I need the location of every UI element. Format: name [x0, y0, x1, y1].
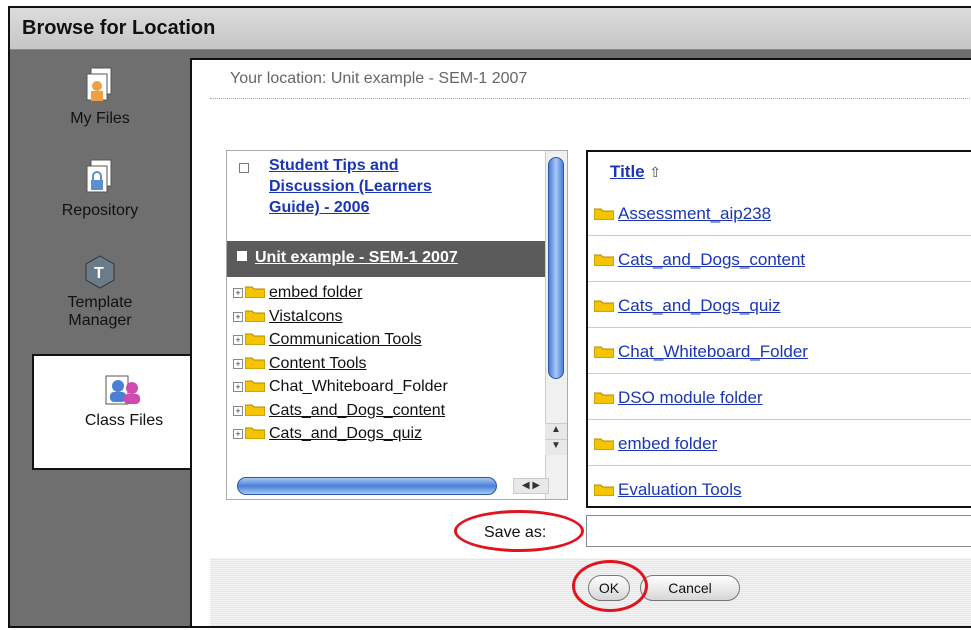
- tree-previous-item[interactable]: Student Tips and Discussion (Learners Gu…: [233, 155, 533, 218]
- expand-plus-icon[interactable]: +: [233, 358, 243, 369]
- divider: [210, 98, 971, 99]
- save-as-label: Save as:: [484, 524, 547, 541]
- tree-row[interactable]: + Cats_and_Dogs_quiz: [233, 425, 553, 449]
- folder-icon: [594, 484, 614, 496]
- file-row[interactable]: Cats_and_Dogs_quiz: [588, 282, 971, 328]
- tree-row-label: Chat_Whiteboard_Folder: [269, 378, 448, 395]
- tree-current-node[interactable]: Unit example - SEM-1 2007: [227, 241, 552, 277]
- tree-row-label: Cats_and_Dogs_quiz: [269, 425, 422, 442]
- folder-icon: [594, 392, 614, 404]
- sidebar-item-template-manager[interactable]: T Template Manager: [10, 254, 190, 330]
- tree-row-label: Cats_and_Dogs_content: [269, 401, 446, 419]
- tree-row-label: VistaIcons: [269, 307, 343, 325]
- tree-link[interactable]: Guide) - 2006: [233, 197, 533, 218]
- tree-row[interactable]: + VistaIcons: [233, 308, 553, 332]
- folder-icon: [245, 427, 265, 439]
- folder-icon: [594, 254, 614, 266]
- folder-icon: [245, 357, 265, 369]
- sidebar-item-label: Repository: [61, 202, 139, 219]
- my-files-icon: [86, 67, 112, 101]
- folder-tree: Student Tips and Discussion (Learners Gu…: [226, 150, 568, 500]
- folder-icon: [594, 300, 614, 312]
- node-square-icon: [237, 251, 247, 261]
- scroll-down-arrow-icon[interactable]: ▼: [545, 439, 567, 455]
- file-list: Title ⇧ Assessment_aip238 Cats_and_Dogs_…: [586, 150, 971, 508]
- tree-row[interactable]: + Content Tools: [233, 355, 553, 379]
- folder-icon: [245, 333, 265, 345]
- file-row-label: Assessment_aip238: [618, 204, 772, 223]
- tree-row[interactable]: + Chat_Whiteboard_Folder: [233, 378, 553, 402]
- svg-text:T: T: [94, 265, 104, 282]
- dialog-title: Browse for Location: [22, 17, 216, 39]
- folder-icon: [594, 438, 614, 450]
- template-manager-icon: T: [85, 255, 115, 289]
- file-row[interactable]: DSO module folder: [588, 374, 971, 420]
- tree-row-label: embed folder: [269, 284, 363, 301]
- cancel-button[interactable]: Cancel: [640, 575, 740, 601]
- sidebar-item-label: Template: [67, 294, 133, 311]
- sidebar-item-my-files[interactable]: My Files: [10, 66, 190, 128]
- file-row-label: embed folder: [618, 434, 718, 453]
- title-bar: Browse for Location: [10, 8, 971, 50]
- tree-row-label: Communication Tools: [269, 331, 422, 348]
- file-row-label: DSO module folder: [618, 388, 763, 407]
- file-row[interactable]: Chat_Whiteboard_Folder: [588, 328, 971, 374]
- folder-icon: [594, 346, 614, 358]
- folder-icon: [245, 286, 265, 298]
- file-row[interactable]: Cats_and_Dogs_content: [588, 236, 971, 282]
- sidebar-item-label: My Files: [70, 110, 130, 127]
- folder-icon: [245, 310, 265, 322]
- file-row-label: Cats_and_Dogs_quiz: [618, 296, 781, 315]
- expand-plus-icon[interactable]: +: [233, 382, 243, 392]
- tree-node-box: [239, 163, 249, 173]
- file-row-label: Chat_Whiteboard_Folder: [618, 342, 808, 361]
- tree-row-label: Content Tools: [269, 354, 367, 372]
- main-panel: Your location: Unit example - SEM-1 2007…: [190, 58, 971, 626]
- sort-ascending-icon: ⇧: [649, 164, 662, 180]
- file-row[interactable]: Evaluation Tools: [588, 466, 971, 506]
- expand-plus-icon[interactable]: +: [233, 429, 243, 439]
- tree-row[interactable]: + embed folder: [233, 284, 553, 308]
- column-title-label: Title: [610, 162, 645, 181]
- sidebar-item-repository[interactable]: Repository: [10, 158, 190, 220]
- tree-row[interactable]: + Cats_and_Dogs_content: [233, 402, 553, 426]
- folder-icon: [594, 208, 614, 220]
- repository-lock-icon: [86, 159, 112, 193]
- ok-button[interactable]: OK: [588, 575, 630, 601]
- folder-icon: [245, 404, 265, 416]
- current-location: Your location: Unit example - SEM-1 2007: [230, 70, 528, 87]
- expand-plus-icon[interactable]: +: [233, 405, 243, 416]
- tree-row[interactable]: + Communication Tools: [233, 331, 553, 355]
- file-row-label: Cats_and_Dogs_content: [618, 250, 806, 269]
- file-row[interactable]: Assessment_aip238: [588, 190, 971, 236]
- tree-current-label: Unit example - SEM-1 2007: [255, 249, 458, 266]
- file-row[interactable]: embed folder: [588, 420, 971, 466]
- tree-children: + embed folder + VistaIcons + Communication…: [233, 284, 553, 449]
- sidebar-item-label: Class Files: [84, 412, 164, 429]
- scroll-up-arrow-icon[interactable]: ▲: [545, 423, 567, 439]
- vertical-scroll-thumb[interactable]: [548, 157, 564, 379]
- tree-link[interactable]: Student Tips and: [233, 155, 533, 176]
- save-as-input[interactable]: [586, 515, 971, 547]
- horizontal-scroll-arrows-icon[interactable]: ◀ ▶: [513, 478, 549, 494]
- expand-plus-icon[interactable]: +: [233, 288, 243, 298]
- folder-icon: [245, 380, 265, 392]
- class-files-people-icon: [105, 375, 140, 405]
- tree-link[interactable]: Discussion (Learners: [233, 176, 533, 197]
- sidebar-item-label: Manager: [68, 312, 132, 329]
- expand-plus-icon[interactable]: +: [233, 311, 243, 322]
- browse-location-dialog: Browse for Location My Files Repository …: [8, 6, 971, 628]
- horizontal-scroll-thumb[interactable]: [237, 477, 497, 495]
- expand-plus-icon[interactable]: +: [233, 335, 243, 345]
- file-row-label: Evaluation Tools: [618, 480, 742, 499]
- column-header-title[interactable]: Title ⇧: [610, 162, 661, 182]
